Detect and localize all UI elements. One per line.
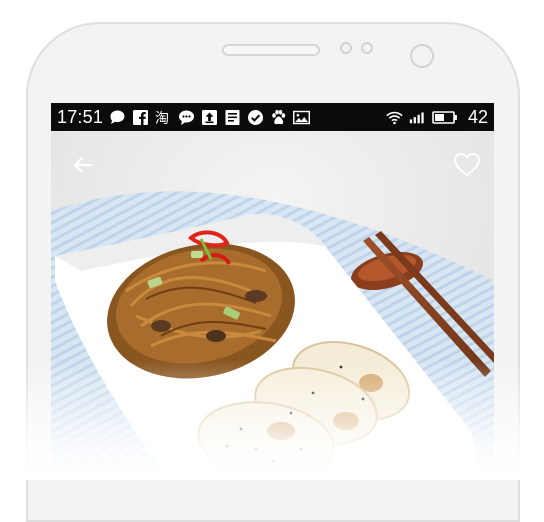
wifi-icon [386,109,403,126]
signal-icon [409,109,426,126]
arrow-left-icon [73,156,93,174]
front-camera [410,44,434,68]
status-time: 17:51 [57,106,104,127]
battery-level: 42 [467,106,488,127]
phone-speaker [222,44,320,56]
taobao-icon: 淘 [155,109,172,126]
system-status-icons: 42 [386,107,494,128]
baidu-paw-icon [270,109,287,126]
heart-outline-icon [454,153,480,176]
phone-sensor [361,42,373,54]
svg-text:淘: 淘 [155,111,169,126]
news-icon [224,109,241,126]
phone-sensor [340,42,352,54]
status-bar: 17:51 淘 42 [51,103,494,131]
back-button[interactable] [69,151,97,179]
image-icon [293,109,311,126]
facebook-icon [132,109,149,126]
favorite-button[interactable] [451,149,483,181]
chat-bubble-icon [109,109,126,126]
food-photo [51,131,494,480]
upload-icon [201,109,218,126]
battery-icon [432,109,458,126]
message-icon [178,109,195,126]
check-circle-icon [247,109,264,126]
phone-screen: 17:51 淘 42 [51,103,494,480]
